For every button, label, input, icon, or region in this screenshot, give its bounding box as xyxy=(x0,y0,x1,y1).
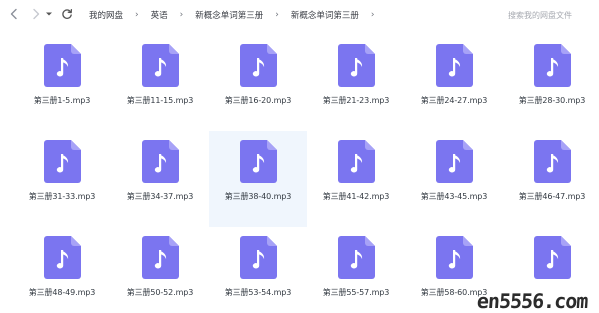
file-item[interactable]: 第三册24-27.mp3 xyxy=(405,35,503,131)
file-item[interactable]: 第三册21-23.mp3 xyxy=(307,35,405,131)
file-item[interactable]: 第三册28-30.mp3 xyxy=(503,35,599,131)
breadcrumb-item-root[interactable]: 我的网盘 xyxy=(89,9,123,21)
watermark: en5556.com xyxy=(476,289,589,313)
file-name: 第三册28-30.mp3 xyxy=(518,96,586,105)
breadcrumb-item-parent[interactable]: 新概念单词第三册 xyxy=(195,9,263,21)
breadcrumb-separator-icon: › xyxy=(135,9,139,20)
audio-file-icon xyxy=(44,44,81,87)
caret-down-icon xyxy=(46,12,52,16)
breadcrumb-separator-icon: › xyxy=(370,9,375,20)
file-name: 第三册48-49.mp3 xyxy=(28,288,96,297)
audio-file-icon xyxy=(142,140,179,183)
audio-file-icon xyxy=(240,140,277,183)
audio-file-icon xyxy=(338,44,375,87)
toolbar: 我的网盘 › 英语 › 新概念单词第三册 › 新概念单词第三册 › xyxy=(0,0,599,29)
file-grid: 第三册1-5.mp3 第三册11-15.mp3 第三册16-20.mp3 第三册21-… xyxy=(13,35,599,313)
file-name: 第三册34-37.mp3 xyxy=(126,192,194,201)
file-item[interactable]: 第三册34-37.mp3 xyxy=(111,131,209,227)
file-item[interactable]: 第三册11-15.mp3 xyxy=(111,35,209,131)
breadcrumb: 我的网盘 › 英语 › 新概念单词第三册 › 新概念单词第三册 › xyxy=(89,0,387,29)
breadcrumb-item-current[interactable]: 新概念单词第三册 xyxy=(291,9,359,21)
breadcrumb-separator-icon: › xyxy=(179,9,184,20)
history-dropdown-button[interactable] xyxy=(43,4,55,24)
file-name: 第三册21-23.mp3 xyxy=(322,96,390,105)
audio-file-icon xyxy=(44,236,81,279)
audio-file-icon xyxy=(436,236,473,279)
file-item[interactable]: 第三册41-42.mp3 xyxy=(307,131,405,227)
file-name: 第三册24-27.mp3 xyxy=(420,96,488,105)
file-name: 第三册41-42.mp3 xyxy=(322,192,390,201)
file-item[interactable]: 第三册31-33.mp3 xyxy=(13,131,111,227)
audio-file-icon xyxy=(338,140,375,183)
file-item[interactable]: 第三册48-49.mp3 xyxy=(13,227,111,313)
file-item[interactable]: 第三册38-40.mp3 xyxy=(209,131,307,227)
back-button[interactable] xyxy=(6,4,22,24)
breadcrumb-separator-icon: › xyxy=(275,9,279,20)
file-name: 第三册38-40.mp3 xyxy=(224,192,292,201)
file-name: 第三册55-57.mp3 xyxy=(322,288,390,297)
breadcrumb-item-english[interactable]: 英语 xyxy=(151,9,168,21)
file-item[interactable]: 第三册46-47.mp3 xyxy=(503,131,599,227)
file-item[interactable]: 第三册53-54.mp3 xyxy=(209,227,307,313)
file-name: 第三册1-5.mp3 xyxy=(33,96,91,105)
chevron-right-icon xyxy=(33,8,40,20)
file-item[interactable]: 第三册43-45.mp3 xyxy=(405,131,503,227)
file-name: 第三册46-47.mp3 xyxy=(518,192,586,201)
audio-file-icon xyxy=(436,140,473,183)
file-name: 第三册43-45.mp3 xyxy=(420,192,488,201)
file-name: 第三册50-52.mp3 xyxy=(126,288,194,297)
forward-button[interactable] xyxy=(28,4,44,24)
audio-file-icon xyxy=(240,236,277,279)
refresh-button[interactable] xyxy=(59,4,75,24)
audio-file-icon xyxy=(534,236,571,279)
file-name: 第三册31-33.mp3 xyxy=(28,192,96,201)
refresh-icon xyxy=(62,8,73,19)
file-item[interactable]: 第三册50-52.mp3 xyxy=(111,227,209,313)
search-input[interactable] xyxy=(508,7,594,23)
file-item[interactable]: 第三册1-5.mp3 xyxy=(13,35,111,131)
audio-file-icon xyxy=(338,236,375,279)
file-name: 第三册11-15.mp3 xyxy=(126,96,194,105)
audio-file-icon xyxy=(240,44,277,87)
file-name: 第三册53-54.mp3 xyxy=(224,288,292,297)
audio-file-icon xyxy=(534,140,571,183)
audio-file-icon xyxy=(44,140,81,183)
audio-file-icon xyxy=(142,236,179,279)
audio-file-icon xyxy=(436,44,473,87)
chevron-left-icon xyxy=(10,8,17,20)
audio-file-icon xyxy=(534,44,571,87)
file-item[interactable]: 第三册16-20.mp3 xyxy=(209,35,307,131)
audio-file-icon xyxy=(142,44,179,87)
file-item[interactable]: 第三册55-57.mp3 xyxy=(307,227,405,313)
file-name: 第三册16-20.mp3 xyxy=(224,96,292,105)
